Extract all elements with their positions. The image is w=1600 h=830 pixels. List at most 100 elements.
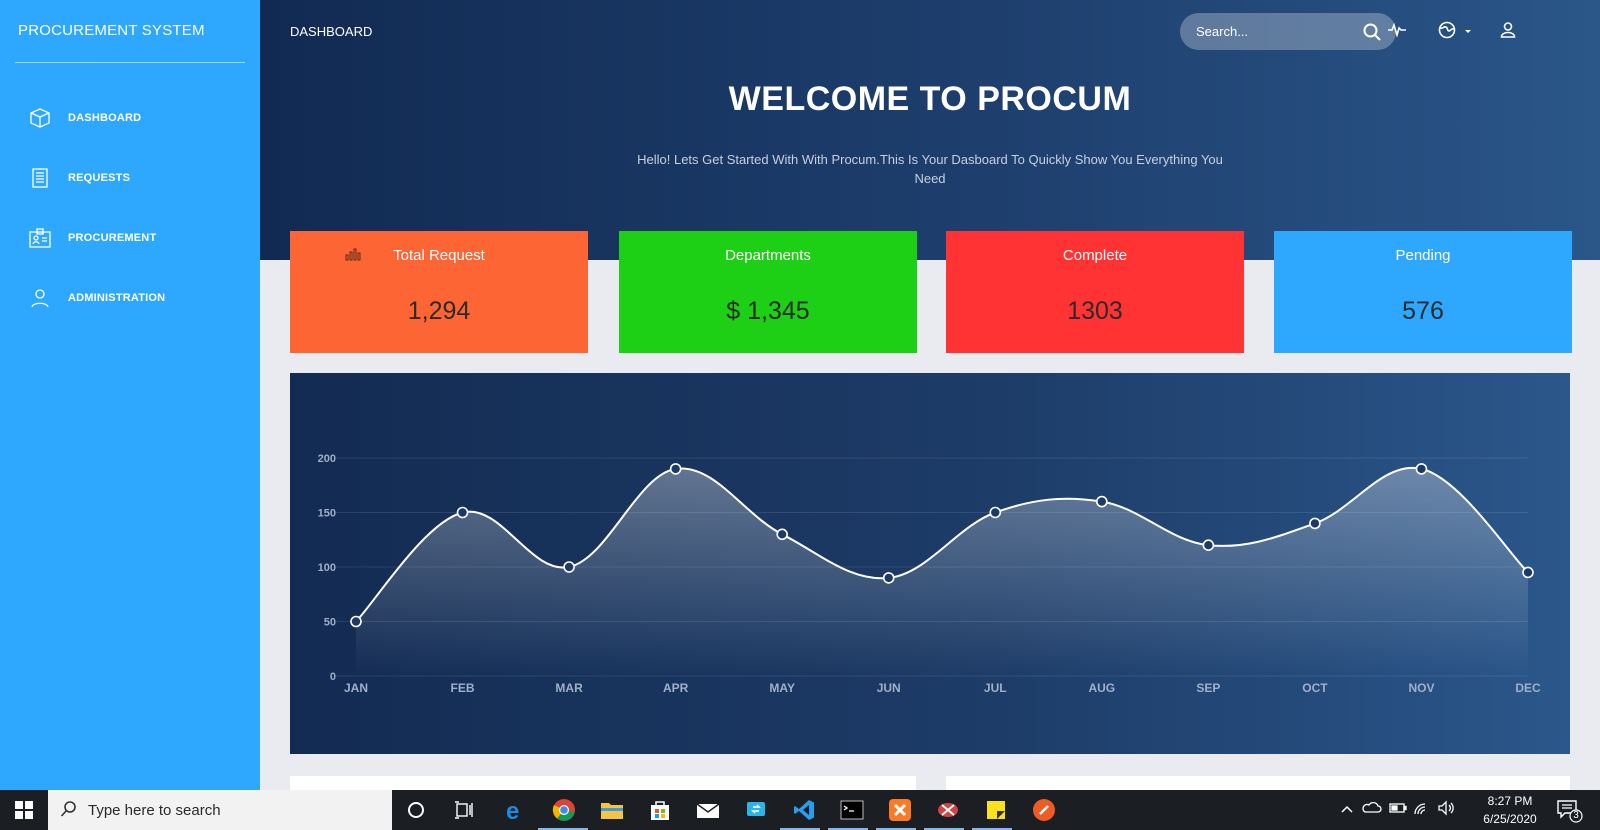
- cloud-network-icon[interactable]: [1360, 798, 1382, 823]
- stat-value: 1303: [1067, 297, 1123, 325]
- stat-value: 1,294: [407, 297, 471, 325]
- y-tick-label: 100: [318, 562, 336, 574]
- file-explorer-icon[interactable]: [598, 796, 626, 824]
- brand-title[interactable]: PROCUREMENT SYSTEM: [18, 22, 205, 39]
- chevron-up-icon[interactable]: [1340, 802, 1354, 820]
- breadcrumb: DASHBOARD: [290, 24, 373, 39]
- stat-value: $ 1,345: [726, 297, 810, 325]
- data-point: [456, 506, 469, 519]
- sidebar-item-requests[interactable]: REQUESTS: [0, 148, 260, 208]
- x-tick-label: APR: [663, 681, 689, 695]
- x-tick-label: MAY: [769, 681, 795, 695]
- brand-divider: [15, 62, 245, 63]
- battery-icon[interactable]: [1388, 798, 1408, 823]
- search-input[interactable]: [1196, 13, 1356, 50]
- sticky-notes-icon[interactable]: [982, 796, 1010, 824]
- data-point: [1522, 566, 1534, 579]
- data-point: [776, 528, 788, 541]
- line-area-chart: 0 50 100 150 200 JAN FEB MAR APR MAY JUN JUL AUG SEP O…: [318, 453, 1541, 695]
- data-point: [882, 572, 895, 584]
- stat-card-departments[interactable]: Departments $ 1,345: [619, 231, 917, 353]
- chrome-browser-icon[interactable]: [550, 796, 578, 824]
- stat-card-complete[interactable]: Complete 1303: [946, 231, 1244, 353]
- requests-chart-panel: 0 50 100 150 200 JAN FEB MAR APR MAY JUN JUL AUG SEP O…: [290, 373, 1570, 754]
- sidebar-item-label: DASHBOARD: [68, 112, 142, 124]
- data-point: [1096, 495, 1108, 508]
- sidebar-item-procurement[interactable]: PROCUREMENT: [0, 208, 260, 268]
- clipboard-id-icon: [28, 226, 52, 250]
- windows-start-button[interactable]: [0, 790, 48, 830]
- account-icon[interactable]: [1498, 20, 1518, 45]
- wifi-icon[interactable]: [1412, 798, 1432, 823]
- task-view-icon[interactable]: [450, 796, 478, 824]
- x-tick-label: MAR: [555, 681, 583, 695]
- y-tick-label: 0: [330, 671, 336, 683]
- sidebar: PROCUREMENT SYSTEM DASHBOARD REQUESTS PR…: [0, 0, 260, 790]
- x-tick-label: DEC: [1515, 681, 1541, 695]
- globe-icon[interactable]: [1437, 20, 1457, 45]
- volume-icon[interactable]: [1436, 798, 1456, 823]
- sidebar-item-administration[interactable]: ADMINISTRATION: [0, 268, 260, 328]
- clock-date: 6/25/2020: [1483, 812, 1537, 826]
- box-icon: [28, 106, 52, 130]
- sidebar-item-label: REQUESTS: [68, 172, 131, 184]
- stat-card-pending[interactable]: Pending 576: [1274, 231, 1572, 353]
- postman-icon[interactable]: [1030, 796, 1058, 824]
- data-point: [989, 506, 1002, 519]
- stat-value: 576: [1402, 297, 1444, 325]
- x-tick-label: JAN: [344, 681, 368, 695]
- notification-center-icon[interactable]: 3: [1556, 798, 1584, 829]
- y-tick-label: 200: [318, 453, 336, 465]
- x-tick-label: JUN: [877, 681, 901, 695]
- page-subtitle: Hello! Lets Get Started With With Procum…: [637, 152, 1223, 186]
- stat-title: Complete: [1062, 247, 1128, 264]
- document-list-icon: [28, 166, 52, 190]
- stat-title: Departments: [725, 247, 811, 264]
- mail-icon[interactable]: [694, 796, 722, 824]
- stat-card-total-request[interactable]: Total Request 1,294: [290, 231, 588, 353]
- stat-title: Total Request: [393, 247, 485, 264]
- cortana-icon[interactable]: [402, 796, 430, 824]
- taskbar-search-box[interactable]: Type here to search: [48, 790, 392, 830]
- data-point: [563, 561, 575, 573]
- y-tick-label: 150: [318, 508, 336, 520]
- x-tick-label: SEP: [1196, 681, 1220, 695]
- sidebar-item-dashboard[interactable]: DASHBOARD: [0, 88, 260, 148]
- sidebar-item-label: ADMINISTRATION: [68, 292, 166, 304]
- notification-count-badge: 3: [1573, 810, 1579, 821]
- xampp-icon[interactable]: [886, 796, 914, 824]
- x-tick-label: FEB: [451, 681, 475, 695]
- stat-title: Pending: [1395, 247, 1451, 264]
- remote-app-icon[interactable]: [742, 796, 770, 824]
- x-tick-label: AUG: [1088, 681, 1115, 695]
- data-point: [1415, 463, 1428, 475]
- x-tick-label: NOV: [1408, 681, 1434, 695]
- x-tick-label: OCT: [1302, 681, 1328, 695]
- data-point: [1309, 517, 1321, 530]
- terminal-icon[interactable]: [838, 796, 866, 824]
- taskbar-search-placeholder: Type here to search: [88, 801, 221, 819]
- sidebar-item-label: PROCUREMENT: [68, 232, 157, 244]
- windows-taskbar: Type here to search e 8:27 PM 6/25/2020 …: [0, 790, 1600, 830]
- clock-time: 8:27 PM: [1487, 794, 1533, 808]
- store-icon[interactable]: [646, 796, 674, 824]
- page-title: WELCOME TO PROCUM: [728, 80, 1132, 118]
- search-icon: [60, 800, 78, 823]
- data-point: [669, 463, 682, 475]
- chevron-down-icon[interactable]: [1463, 24, 1473, 42]
- user-icon: [28, 286, 52, 310]
- activity-icon[interactable]: [1387, 20, 1407, 45]
- edge-browser-icon[interactable]: e: [502, 796, 530, 824]
- data-point: [350, 615, 362, 628]
- data-point: [1202, 539, 1215, 551]
- y-tick-label: 50: [324, 617, 336, 629]
- vscode-icon[interactable]: [790, 796, 818, 824]
- search-box: [1180, 13, 1396, 50]
- x-tick-label: JUL: [984, 681, 1007, 695]
- svg-text:e: e: [506, 798, 519, 822]
- snipping-tool-icon[interactable]: [934, 796, 962, 824]
- sidebar-nav: DASHBOARD REQUESTS PROCUREMENT ADMINISTR…: [0, 88, 260, 328]
- taskbar-clock[interactable]: 8:27 PM 6/25/2020: [1474, 792, 1546, 828]
- hero-banner: DASHBOARD WELCOME TO PROCUM Hello! Lets …: [260, 0, 1600, 260]
- search-icon[interactable]: [1362, 22, 1382, 47]
